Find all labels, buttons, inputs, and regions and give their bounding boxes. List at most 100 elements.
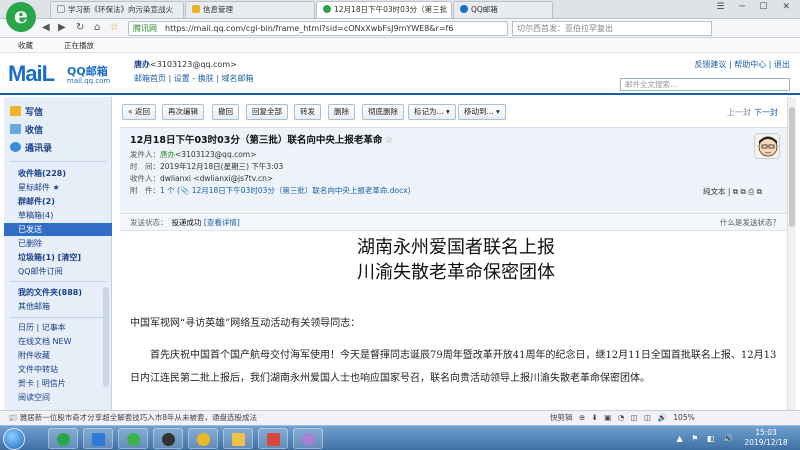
move-to-dropdown[interactable]: 移动到... ▾ [458,104,506,120]
star-icon[interactable]: ☆ [110,22,119,33]
letter-title: 湖南永州爱国者联名上报 川渝失散老革命保密团体 [357,237,555,283]
inbox-icon [10,124,21,134]
letter-paragraph: 首先庆祝中国首个国产航母交付海军使用！今天是督揮同志诞辰79周年暨改革开放41周… [130,350,777,384]
top-links[interactable]: 反馈建议 | 帮助中心 | 退出 [694,59,790,70]
browser-logo-icon[interactable]: e [6,2,36,32]
sidebar-item-my-folders[interactable]: 我的文件夹(888) [4,286,112,299]
mail-subject: 12月18日下午03时03分（第三批）联名向中央上报老革命 ☆ [130,135,393,146]
recall-button[interactable]: 撤回 [212,104,239,120]
mail-scrollbar[interactable] [787,97,796,410]
tab-qq-mail[interactable]: QQ邮箱 [453,1,553,18]
page-icon [192,5,200,13]
send-status-value: 投递成功 [171,218,202,227]
user-email: <3103123@qq.com> [150,60,237,69]
qq-mail-logo[interactable]: MaiL [8,61,55,87]
next-mail-link[interactable]: 下一封 [754,108,778,117]
sidebar-item-starred[interactable]: 星标邮件 ★ [4,181,112,194]
app-icon [92,433,105,446]
attachment-link[interactable]: 1 个 (📎 12月18日下午03时03分（第三批）联名向中央上报老革命.doc… [160,186,411,195]
contacts-icon [10,142,21,152]
contacts-button[interactable]: 通讯录 [10,141,52,154]
prev-mail-link[interactable]: 上一封 [727,108,751,117]
news-ticker[interactable]: 📰 雅居新一位股市奇才分享超全解套技巧入市8年从未被套，通盘选股成法 [8,411,257,425]
sidebar-item-online-docs[interactable]: 在线文档 NEW [4,335,112,348]
mail-meta: 12月18日下午03时03分（第三批）联名向中央上报老革命 ☆ 发件人：唐办<31… [120,127,792,214]
plain-text-link[interactable]: 纯文本 | ⧉ ⧉ ⎙ ⧉ [703,186,762,197]
permanent-delete-button[interactable]: 彻底删除 [362,104,404,120]
recipient[interactable]: dwlianxi <dwlianxi@js7tv.cn> [160,174,273,183]
sidebar-item-attachments[interactable]: 附件收藏 [4,349,112,362]
taskbar-explorer[interactable] [223,428,253,449]
sidebar-item-subscriptions[interactable]: QQ邮件订阅 [4,265,112,278]
mark-as-dropdown[interactable]: 标记为... ▾ [408,104,456,120]
sidebar-item-group-mail[interactable]: 群邮件(2) [4,195,112,208]
sidebar-item-other-mailboxes[interactable]: 其他邮箱 [4,300,112,313]
site-label: 腾讯网 [133,24,157,33]
qq-icon [323,5,331,13]
sidebar-item-drafts[interactable]: 草稿箱(4) [4,209,112,222]
tab-news[interactable]: 学习新《环保法》向污染宣战火 [50,1,184,18]
taskbar-app-purple[interactable] [293,428,323,449]
favorites-button[interactable]: 收藏 [18,40,33,51]
delete-button[interactable]: 删除 [328,104,355,120]
forward-arrow-icon[interactable]: ▶ [58,22,66,33]
send-details-link[interactable]: [查看详情] [204,218,240,227]
recipient-row: 收件人：dwlianxi <dwlianxi@js7tv.cn> [130,174,274,183]
qq-icon [460,5,468,13]
star-icon[interactable]: ☆ [384,135,393,146]
url-input[interactable]: 腾讯网 https://mail.qq.com/cgi-bin/frame_htm… [128,21,508,36]
sidebar-item-inbox[interactable]: 收件箱(228) [4,167,112,180]
sender-email: <3103123@qq.com> [175,150,257,159]
browser-search-input[interactable]: 切尔西首发：亚伯拉罕复出 [512,21,712,36]
refresh-icon[interactable]: ↻ [76,22,84,33]
sidebar-item-file-transfer[interactable]: 文件中转站 [4,363,112,376]
status-tools[interactable]: 快剪辑 ⊕ ⬇ ▣ ◔ ◫ ◫ 🔊 105% [550,411,695,425]
re-edit-button[interactable]: 再次编辑 [162,104,204,120]
taskbar-app-blue[interactable] [83,428,113,449]
taskbar-media[interactable] [153,428,183,449]
reply-all-button[interactable]: 回复全部 [246,104,288,120]
window-controls[interactable]: ☰ ─ ☐ ✕ [716,2,796,12]
taskbar-browser[interactable] [48,428,78,449]
media-icon [162,433,175,446]
scroll-thumb[interactable] [789,107,795,227]
sidebar-item-sent[interactable]: 已发送 [4,223,112,236]
sidebar-item-spam[interactable]: 垃圾箱(1) [清空] [4,251,112,264]
divider [10,281,106,282]
now-playing-button[interactable]: 正在播放 [64,40,94,51]
receive-button[interactable]: 收信 [10,123,43,136]
user-links[interactable]: 邮箱首页 | 设置 - 换肤 | 域名邮箱 [134,73,254,84]
clock-date: 2019/12/18 [744,438,788,447]
app-icon [302,433,315,446]
taskbar-app-red[interactable] [258,428,288,449]
start-button[interactable] [3,428,25,450]
forward-button[interactable]: 转发 [294,104,321,120]
taskbar-app-gold[interactable] [188,428,218,449]
taskbar-wechat[interactable] [118,428,148,449]
user-name: 唐办 [134,60,150,69]
back-button[interactable]: « 返回 [122,104,156,120]
user-info: 唐办<3103123@qq.com> [134,59,237,70]
sender-name[interactable]: 唐办 [160,150,175,159]
mail-time: 2019年12月18日(星期三) 下午3:03 [160,162,284,171]
app-icon [267,433,280,446]
mail-search-input[interactable]: 邮件全文搜索... [620,78,790,91]
clock[interactable]: 15:03 2019/12/18 [738,428,794,448]
sidebar-item-reading-space[interactable]: 阅读空间 [4,391,112,404]
divider [10,317,106,318]
sidebar-item-deleted[interactable]: 已删除 [4,237,112,250]
sidebar-item-greeting-cards[interactable]: 贺卡 | 明信片 [4,377,112,390]
write-button[interactable]: 写信 [10,105,43,118]
tab-info-management[interactable]: 信息管理 [185,1,315,18]
sidebar-item-calendar[interactable]: 日历 | 记事本 [4,321,112,334]
url-text: https://mail.qq.com/cgi-bin/frame_html?s… [165,24,454,33]
send-status-help-link[interactable]: 什么是发送状态？ [720,215,780,230]
tab-current-mail[interactable]: 12月18日下午03时03分（第三批 [316,1,452,18]
mail-view: « 返回 再次编辑 撤回 回复全部 转发 删除 彻底删除 标记为... ▾ 移动… [116,97,796,410]
sidebar-scrollbar[interactable] [103,287,109,387]
browser-status-bar: 📰 雅居新一位股市奇才分享超全解套技巧入市8年从未被套，通盘选股成法 快剪辑 ⊕… [0,410,800,425]
system-tray[interactable]: ▲ ⚑ ◧ 🔊 [677,434,736,443]
avatar[interactable] [754,133,780,159]
back-arrow-icon[interactable]: ◀ [42,22,50,33]
home-icon[interactable]: ⌂ [94,22,100,33]
